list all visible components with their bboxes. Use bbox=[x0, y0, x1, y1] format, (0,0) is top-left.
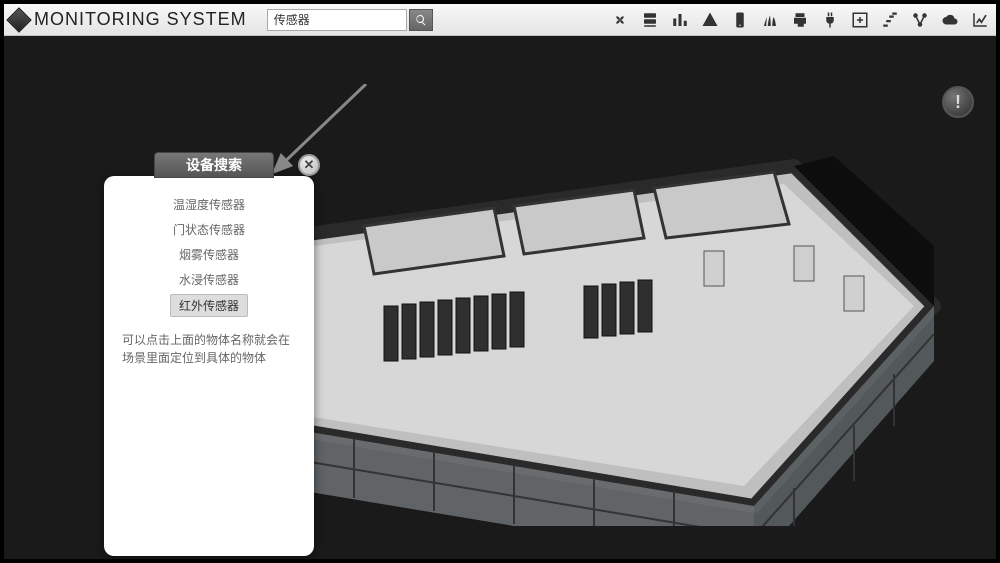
panel-item-smoke[interactable]: 烟雾传感器 bbox=[171, 244, 247, 265]
panel-item-infrared[interactable]: 红外传感器 bbox=[170, 294, 248, 317]
fan-icon[interactable] bbox=[610, 10, 630, 30]
mobile-icon[interactable] bbox=[730, 10, 750, 30]
warning-icon[interactable] bbox=[700, 10, 720, 30]
close-icon: ✕ bbox=[304, 157, 315, 173]
top-bar: MONITORING SYSTEM bbox=[4, 4, 996, 36]
alert-badge[interactable]: ! bbox=[942, 86, 974, 118]
panel-title: 设备搜索 bbox=[154, 152, 274, 178]
logo: MONITORING SYSTEM bbox=[10, 9, 247, 30]
server-icon[interactable] bbox=[640, 10, 660, 30]
nodes-icon[interactable] bbox=[910, 10, 930, 30]
add-frame-icon[interactable] bbox=[850, 10, 870, 30]
app-title: MONITORING SYSTEM bbox=[34, 9, 247, 30]
logo-icon bbox=[6, 7, 31, 32]
printer-icon[interactable] bbox=[790, 10, 810, 30]
search bbox=[267, 9, 433, 31]
panel-hint: 可以点击上面的物体名称就会在场景里面定位到具体的物体 bbox=[104, 323, 314, 375]
cloud-icon[interactable] bbox=[940, 10, 960, 30]
search-input[interactable] bbox=[267, 9, 407, 31]
search-button[interactable] bbox=[409, 9, 433, 31]
panel-close-button[interactable]: ✕ bbox=[298, 154, 320, 176]
viewport-3d[interactable]: ! 设备搜索 ✕ 温湿度传感器 门状态传感器 烟雾传感器 水浸传感器 红外传感器… bbox=[4, 36, 996, 559]
panel-item-temp-humidity[interactable]: 温湿度传感器 bbox=[165, 194, 253, 215]
building-3d bbox=[234, 106, 954, 526]
plug-icon[interactable] bbox=[820, 10, 840, 30]
toolbar bbox=[610, 10, 990, 30]
alert-icon: ! bbox=[955, 92, 961, 113]
panel-item-water[interactable]: 水浸传感器 bbox=[171, 269, 247, 290]
line-chart-icon[interactable] bbox=[970, 10, 990, 30]
bar-chart-icon[interactable] bbox=[670, 10, 690, 30]
panel-list: 温湿度传感器 门状态传感器 烟雾传感器 水浸传感器 红外传感器 bbox=[104, 176, 314, 323]
steps-icon[interactable] bbox=[880, 10, 900, 30]
device-search-panel: 设备搜索 ✕ 温湿度传感器 门状态传感器 烟雾传感器 水浸传感器 红外传感器 可… bbox=[104, 176, 314, 556]
panel-item-door-state[interactable]: 门状态传感器 bbox=[165, 219, 253, 240]
grass-icon[interactable] bbox=[760, 10, 780, 30]
search-icon bbox=[415, 14, 427, 26]
